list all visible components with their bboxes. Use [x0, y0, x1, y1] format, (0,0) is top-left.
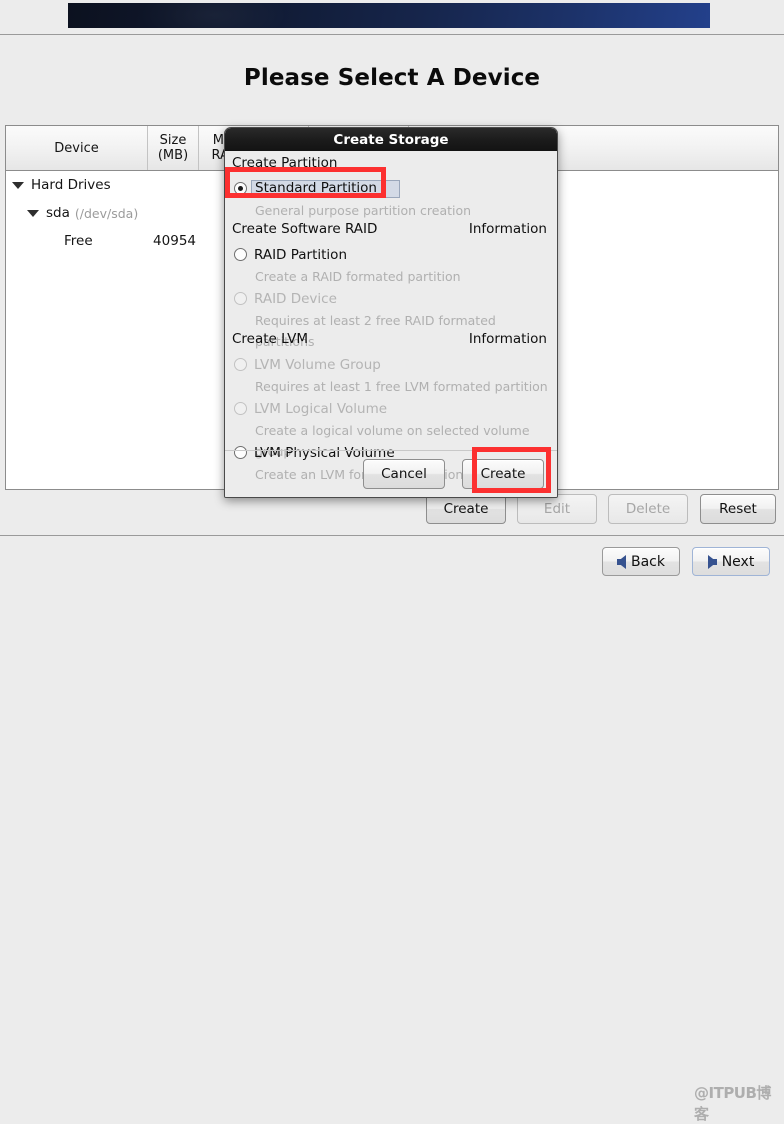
table-action-bar: Create Edit Delete Reset: [0, 494, 784, 532]
watermark-overlay: @ITPUB博客: [694, 1090, 780, 1116]
back-button[interactable]: Back: [602, 547, 680, 576]
column-header-size-line2: (MB): [158, 148, 188, 163]
radio-standard-partition-icon[interactable]: [234, 182, 247, 195]
arrow-left-icon: [617, 555, 626, 569]
banner-graphic: [68, 3, 710, 28]
option-lvm-volume-group-label: LVM Volume Group: [254, 357, 381, 373]
dialog-cancel-button[interactable]: Cancel: [363, 459, 445, 489]
option-raid-partition-label: RAID Partition: [254, 247, 347, 263]
option-lvm-logical-volume-label: LVM Logical Volume: [254, 401, 387, 417]
section-create-software-raid: Create Software RAID Information: [225, 221, 557, 243]
back-button-label: Back: [631, 554, 665, 570]
section-title: Create LVM: [232, 331, 308, 347]
lvm-information-link[interactable]: Information: [469, 331, 547, 347]
table-row-size: 40954: [148, 233, 196, 249]
column-header-size-line1: Size: [160, 133, 187, 148]
radio-lvm-volume-group-icon: [234, 358, 247, 371]
option-lvm-logical-volume: LVM Logical Volume: [225, 397, 557, 420]
next-button[interactable]: Next: [692, 547, 770, 576]
table-row-label: sda: [46, 205, 70, 221]
reset-button[interactable]: Reset: [700, 494, 776, 524]
option-raid-partition-desc: Create a RAID formated partition: [225, 266, 557, 287]
section-title: Create Software RAID: [232, 221, 377, 237]
section-title: Create Partition: [232, 155, 337, 171]
next-button-label: Next: [722, 554, 755, 570]
dialog-titlebar: Create Storage: [225, 128, 557, 151]
option-lvm-volume-group-desc: Requires at least 1 free LVM formated pa…: [225, 376, 557, 397]
radio-raid-device-icon: [234, 292, 247, 305]
edit-button: Edit: [517, 494, 597, 524]
navigation-bar: Back Next @ITPUB博客: [0, 538, 784, 584]
installer-banner: [0, 0, 784, 31]
table-row-label: Free: [64, 233, 93, 249]
raid-information-link[interactable]: Information: [469, 221, 547, 237]
option-raid-device-desc: Requires at least 2 free RAID formated p…: [225, 310, 557, 331]
option-lvm-logical-volume-desc: Create a logical volume on selected volu…: [225, 420, 557, 441]
option-standard-partition-label: Standard Partition: [251, 180, 400, 198]
dialog-button-bar: Cancel Create: [225, 454, 557, 494]
table-row-label: Hard Drives: [31, 177, 111, 193]
option-standard-partition[interactable]: Standard Partition: [225, 177, 557, 200]
create-storage-dialog: Create Storage Create Partition Standard…: [224, 127, 558, 498]
dialog-body: Create Partition Standard Partition Gene…: [225, 151, 557, 498]
option-lvm-volume-group: LVM Volume Group: [225, 353, 557, 376]
dialog-divider: [225, 450, 557, 451]
expander-triangle-icon[interactable]: [12, 182, 24, 189]
column-header-size[interactable]: Size (MB): [148, 126, 199, 170]
column-header-device[interactable]: Device: [6, 126, 148, 170]
page-title: Please Select A Device: [0, 65, 784, 91]
option-standard-partition-desc: General purpose partition creation: [225, 200, 557, 221]
radio-lvm-logical-volume-icon: [234, 402, 247, 415]
option-raid-device: RAID Device: [225, 287, 557, 310]
expander-triangle-icon[interactable]: [27, 210, 39, 217]
radio-raid-partition-icon[interactable]: [234, 248, 247, 261]
dialog-create-button[interactable]: Create: [462, 459, 544, 489]
table-row-device-path: (/dev/sda): [75, 206, 138, 221]
option-raid-device-label: RAID Device: [254, 291, 337, 307]
arrow-right-icon: [708, 555, 717, 569]
delete-button: Delete: [608, 494, 688, 524]
create-button[interactable]: Create: [426, 494, 506, 524]
option-raid-partition[interactable]: RAID Partition: [225, 243, 557, 266]
section-create-partition: Create Partition: [225, 155, 557, 177]
